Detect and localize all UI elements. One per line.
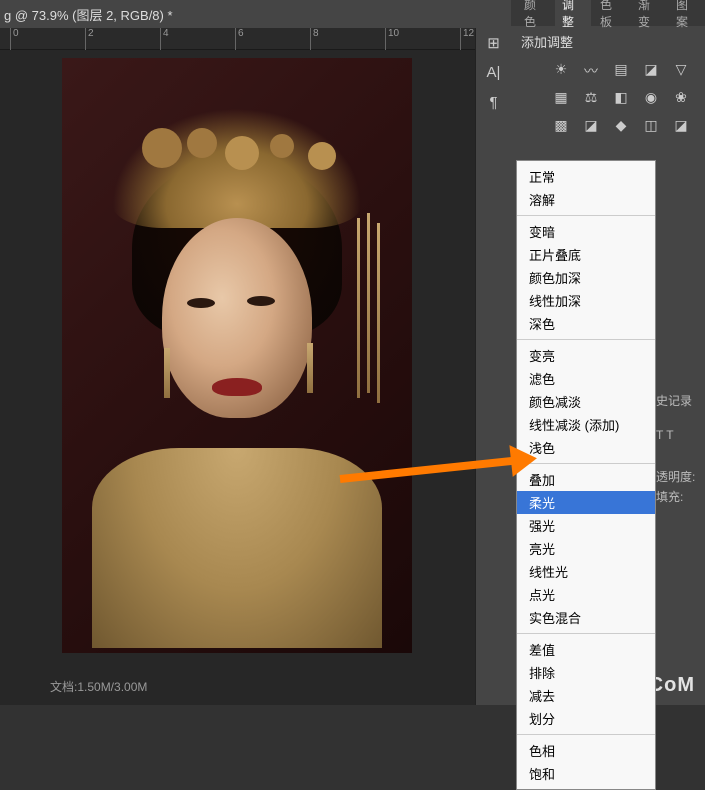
blend-mode-item[interactable]: 正常	[517, 165, 655, 188]
blend-mode-item[interactable]: 变暗	[517, 220, 655, 243]
hue-icon[interactable]: ▦	[551, 89, 571, 107]
blend-mode-item[interactable]: 实色混合	[517, 606, 655, 629]
fill-label: 填充:	[656, 488, 683, 505]
blend-mode-item[interactable]: 正片叠底	[517, 243, 655, 266]
vibrance-icon[interactable]: ▽	[671, 61, 691, 79]
blend-mode-item[interactable]: 柔光	[517, 491, 655, 514]
blend-mode-dropdown[interactable]: 正常溶解变暗正片叠底颜色加深线性加深深色变亮滤色颜色减淡线性减淡 (添加)浅色叠…	[516, 160, 656, 790]
gradient-map-icon[interactable]: ◪	[671, 117, 691, 135]
blend-mode-item[interactable]: 强光	[517, 514, 655, 537]
curves-icon[interactable]: ▤	[611, 61, 631, 79]
photo-filter-icon[interactable]: ◉	[641, 89, 661, 107]
text-panel-icon[interactable]: A|	[483, 64, 505, 82]
lookup-icon[interactable]: ▩	[551, 117, 571, 135]
exposure-icon[interactable]: ◪	[641, 61, 661, 79]
blend-mode-item[interactable]: 线性加深	[517, 289, 655, 312]
paragraph-panel-icon[interactable]: ¶	[483, 94, 505, 112]
tab-gradients[interactable]: 渐变	[631, 0, 667, 34]
balance-icon[interactable]: ⚖	[581, 89, 601, 107]
tab-swatches[interactable]: 色板	[593, 0, 629, 34]
document-image	[62, 58, 412, 653]
blend-mode-item[interactable]: 差值	[517, 638, 655, 661]
blend-mode-item[interactable]: 色相	[517, 739, 655, 762]
panel-toggle-icon[interactable]: ⊞	[483, 34, 505, 52]
blend-mode-item[interactable]: 浅色	[517, 436, 655, 459]
canvas-area[interactable]: 文档:1.50M/3.00M	[0, 50, 475, 705]
status-bar: 文档:1.50M/3.00M	[50, 678, 147, 695]
threshold-icon[interactable]: ◫	[641, 117, 661, 135]
blend-mode-item[interactable]: 变亮	[517, 344, 655, 367]
opacity-label: 透明度:	[656, 468, 695, 485]
posterize-icon[interactable]: ◆	[611, 117, 631, 135]
blend-mode-item[interactable]: 排除	[517, 661, 655, 684]
blend-mode-item[interactable]: 亮光	[517, 537, 655, 560]
blend-mode-item[interactable]: 点光	[517, 583, 655, 606]
blend-mode-item[interactable]: 颜色减淡	[517, 390, 655, 413]
channel-mixer-icon[interactable]: ❀	[671, 89, 691, 107]
blend-mode-item[interactable]: 线性光	[517, 560, 655, 583]
blend-mode-item[interactable]: 深色	[517, 312, 655, 335]
tab-patterns[interactable]: 图案	[669, 0, 705, 34]
invert-icon[interactable]: ◪	[581, 117, 601, 135]
horizontal-ruler: 0 2 4 6 8 10 12	[0, 28, 475, 50]
type-tools-label: T T	[656, 428, 674, 442]
brightness-icon[interactable]: ☀	[551, 61, 571, 79]
blend-mode-item[interactable]: 线性减淡 (添加)	[517, 413, 655, 436]
blend-mode-item[interactable]: 划分	[517, 707, 655, 730]
bw-icon[interactable]: ◧	[611, 89, 631, 107]
tab-color[interactable]: 颜色	[517, 0, 553, 34]
blend-mode-item[interactable]: 减去	[517, 684, 655, 707]
blend-mode-item[interactable]: 饱和	[517, 762, 655, 785]
adjustment-icon-grid: ☀ 〰 ▤ ◪ ▽ ▦ ⚖ ◧ ◉ ❀ ▩ ◪ ◆ ◫ ◪	[511, 57, 705, 143]
history-label: 史记录	[656, 392, 692, 409]
panel-tabs: 颜色 调整 色板 渐变 图案	[511, 0, 705, 26]
tab-adjustments[interactable]: 调整	[555, 0, 591, 34]
levels-icon[interactable]: 〰	[581, 61, 601, 79]
collapsed-panel-strip: ⊞ A| ¶	[475, 28, 511, 705]
blend-mode-item[interactable]: 溶解	[517, 188, 655, 211]
blend-mode-item[interactable]: 颜色加深	[517, 266, 655, 289]
blend-mode-item[interactable]: 滤色	[517, 367, 655, 390]
